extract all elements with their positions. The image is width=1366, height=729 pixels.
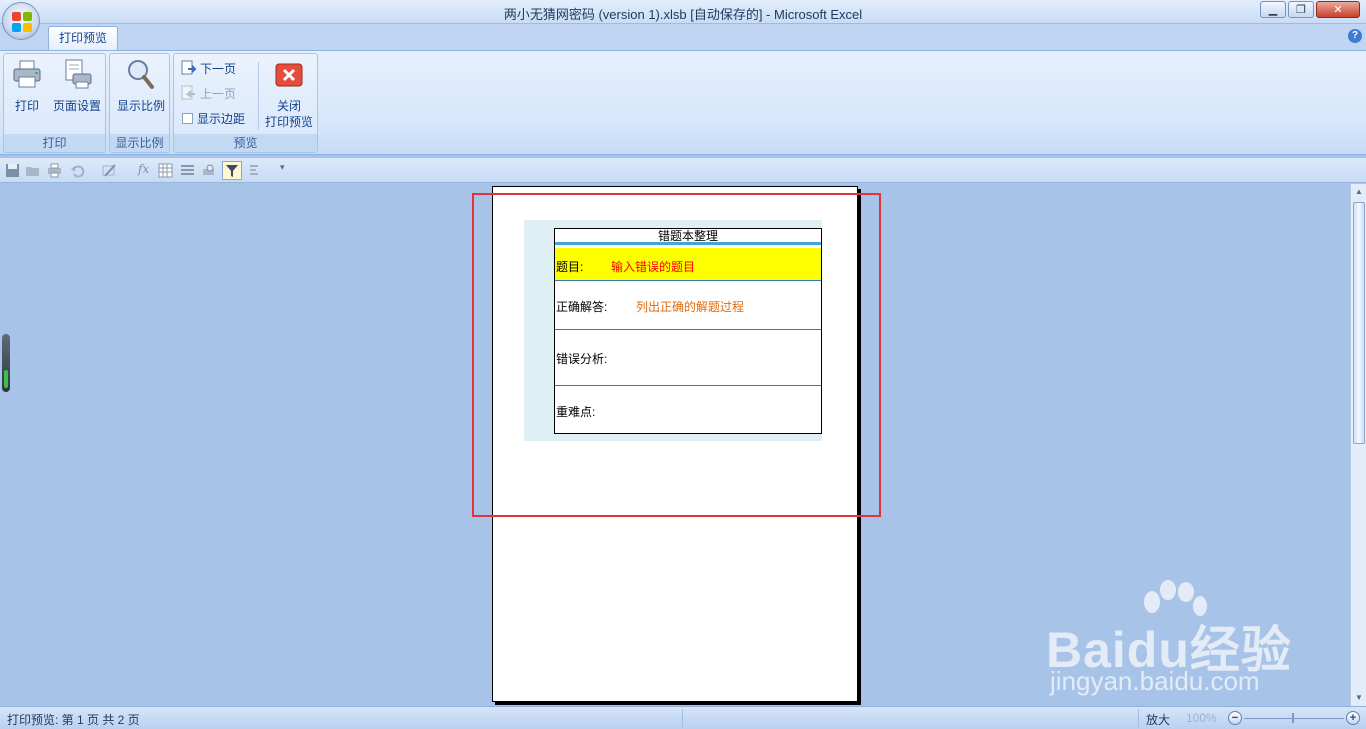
ribbon-group-preview: 下一页 上一页 显示边距 关闭 打印预览 预览 (173, 53, 318, 153)
tab-print-preview[interactable]: 打印预览 (48, 26, 118, 51)
show-margins-label: 显示边距 (197, 111, 246, 126)
open-folder-icon[interactable] (25, 163, 40, 178)
zoom-in-icon[interactable]: + (1346, 711, 1360, 725)
table-grid-icon[interactable] (158, 163, 173, 178)
print-button[interactable]: 打印 (10, 58, 44, 114)
ribbon-group-print: 打印 页面设置 打印 (3, 53, 106, 153)
help-icon[interactable]: ? (1348, 29, 1362, 43)
group-divider (258, 62, 259, 130)
zoom-slider-thumb[interactable] (1292, 713, 1294, 723)
previous-page-label: 上一页 (200, 86, 237, 101)
zoom-button[interactable]: 显示比例 (114, 58, 168, 114)
office-logo-icon (12, 12, 32, 32)
window-controls: ▁ ❐ ✕ (1260, 1, 1360, 18)
vertical-scrollbar[interactable]: ▲ ▼ (1350, 184, 1366, 706)
print-button-label: 打印 (14, 99, 39, 113)
page-setup-label: 页面设置 (52, 99, 101, 113)
print-quick-icon[interactable] (47, 163, 62, 178)
close-red-x-icon (275, 63, 303, 87)
next-page-label: 下一页 (200, 61, 237, 76)
scroll-thumb[interactable] (1353, 202, 1365, 444)
status-bar: 打印预览: 第 1 页 共 2 页 放大 100% − + (0, 706, 1366, 729)
zoom-button-label: 显示比例 (116, 99, 165, 113)
customize-toolbar-icon[interactable]: ▾ (280, 162, 285, 173)
save-icon[interactable] (5, 163, 20, 178)
close-label: 关闭 (276, 99, 301, 113)
status-separator (1138, 709, 1139, 727)
page-setup-icon (65, 59, 92, 89)
title-bar: 两小无猜网密码 (version 1).xlsb [自动保存的] - Micro… (0, 0, 1366, 24)
ribbon-tab-row: 打印预览 ? (0, 24, 1366, 51)
page-status: 打印预览: 第 1 页 共 2 页 (7, 713, 140, 727)
magnifier-icon (128, 60, 154, 89)
office-button[interactable] (2, 2, 40, 40)
scroll-down-icon[interactable]: ▼ (1353, 692, 1365, 704)
ribbon-group-label: 预览 (174, 134, 317, 152)
printer-icon (13, 60, 41, 88)
undo-icon[interactable] (70, 163, 85, 178)
zoom-percent[interactable]: 100% (1186, 711, 1217, 725)
print-preview-quick-icon[interactable] (201, 163, 216, 178)
zoom-in-label[interactable]: 放大 (1146, 711, 1170, 728)
previous-page-icon (181, 85, 195, 100)
close-print-preview-button[interactable]: 关闭 打印预览 (262, 58, 316, 130)
zoom-slider[interactable] (1244, 713, 1344, 723)
function-icon[interactable]: fx (138, 162, 149, 176)
restore-button[interactable]: ❐ (1288, 1, 1314, 18)
quick-access-toolbar: fx ▾ (0, 158, 1366, 183)
ribbon-group-zoom: 显示比例 显示比例 (109, 53, 170, 153)
format-painter-icon[interactable] (248, 163, 263, 178)
close-window-button[interactable]: ✕ (1316, 1, 1360, 18)
filter-button[interactable] (222, 161, 242, 180)
rows-icon[interactable] (180, 163, 195, 178)
filter-icon (226, 165, 238, 177)
baidu-watermark: Baidu经验 jingyan.baidu.com (1040, 580, 1350, 700)
next-page-button[interactable]: 下一页 (180, 58, 236, 78)
page-setup-button[interactable]: 页面设置 (50, 58, 104, 114)
status-separator (682, 709, 683, 727)
previous-page-button[interactable]: 上一页 (180, 83, 236, 103)
ribbon-group-label: 显示比例 (110, 134, 169, 152)
highlight-annotation-box (472, 193, 881, 517)
show-margins-checkbox[interactable]: 显示边距 (182, 108, 245, 128)
ribbon-group-label: 打印 (4, 134, 105, 152)
side-grip-handle[interactable] (2, 334, 10, 392)
minimize-button[interactable]: ▁ (1260, 1, 1286, 18)
print-preview-label: 打印预览 (264, 115, 313, 129)
draw-border-icon[interactable] (102, 163, 117, 178)
next-page-icon (181, 60, 196, 75)
ribbon: 打印 页面设置 打印 显示比例 显示比例 下一页 上一页 显示边距 关闭 打印预… (0, 50, 1366, 155)
checkbox-icon (182, 112, 193, 124)
watermark-url: jingyan.baidu.com (1050, 666, 1260, 696)
window-title: 两小无猜网密码 (version 1).xlsb [自动保存的] - Micro… (503, 7, 863, 22)
zoom-out-icon[interactable]: − (1228, 711, 1242, 725)
scroll-up-icon[interactable]: ▲ (1353, 186, 1365, 198)
